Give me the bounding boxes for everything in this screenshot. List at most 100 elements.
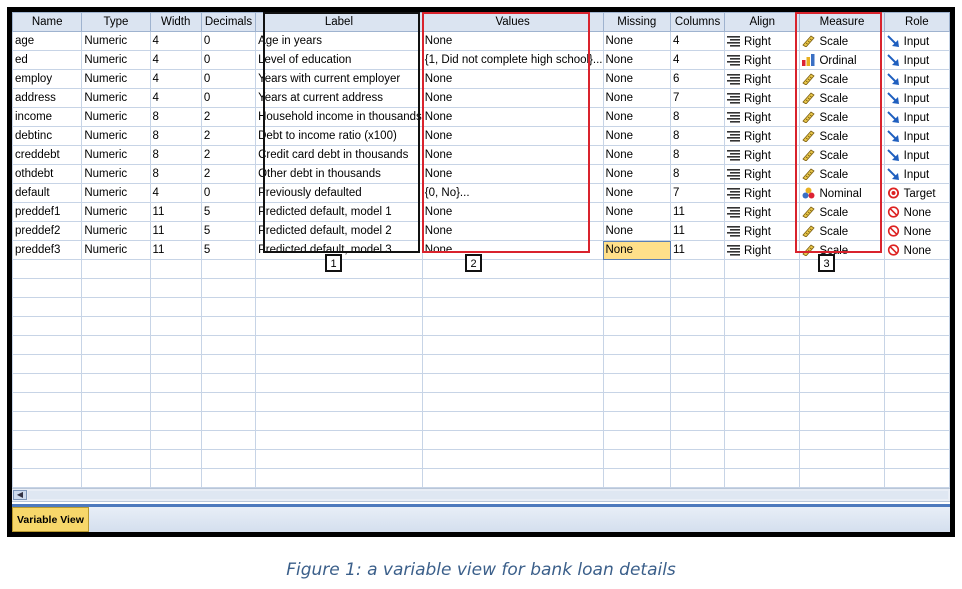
column-header-measure[interactable]: Measure: [799, 12, 885, 32]
empty-cell[interactable]: [799, 449, 885, 469]
cell-missing[interactable]: None: [602, 240, 672, 260]
cell-width[interactable]: 8: [149, 107, 202, 127]
empty-cell[interactable]: [670, 411, 726, 431]
cell-missing[interactable]: None: [602, 183, 672, 203]
cell-measure[interactable]: Scale: [799, 221, 885, 241]
empty-cell[interactable]: [12, 354, 83, 374]
cell-role[interactable]: Input: [883, 145, 950, 165]
empty-cell[interactable]: [12, 297, 83, 317]
empty-cell[interactable]: [149, 354, 202, 374]
empty-cell[interactable]: [602, 278, 672, 298]
empty-cell[interactable]: [724, 392, 801, 412]
cell-width[interactable]: 4: [149, 183, 202, 203]
empty-cell[interactable]: [602, 411, 672, 431]
horizontal-scrollbar[interactable]: ◀: [12, 488, 950, 502]
empty-cell[interactable]: [200, 297, 257, 317]
cell-missing[interactable]: None: [602, 31, 672, 51]
empty-cell[interactable]: [602, 392, 672, 412]
empty-cell[interactable]: [602, 449, 672, 469]
cell-label[interactable]: Predicted default, model 2: [255, 221, 423, 241]
cell-role[interactable]: Input: [883, 164, 950, 184]
empty-cell[interactable]: [149, 392, 202, 412]
cell-columns[interactable]: 8: [670, 164, 726, 184]
empty-cell[interactable]: [883, 449, 950, 469]
empty-cell[interactable]: [421, 373, 604, 393]
cell-role[interactable]: Input: [883, 31, 950, 51]
empty-cell[interactable]: [255, 354, 423, 374]
cell-columns[interactable]: 4: [670, 31, 726, 51]
cell-values[interactable]: {1, Did not complete high school}...: [421, 50, 604, 70]
cell-type[interactable]: Numeric: [81, 107, 151, 127]
empty-cell[interactable]: [200, 468, 257, 488]
empty-cell[interactable]: [724, 335, 801, 355]
empty-cell[interactable]: [12, 335, 83, 355]
empty-cell[interactable]: [602, 335, 672, 355]
cell-name[interactable]: creddebt: [12, 145, 83, 165]
column-header-name[interactable]: Name: [12, 12, 83, 32]
empty-cell[interactable]: [12, 392, 83, 412]
empty-cell[interactable]: [799, 411, 885, 431]
cell-decimals[interactable]: 2: [200, 126, 257, 146]
cell-values[interactable]: None: [421, 107, 604, 127]
empty-cell[interactable]: [81, 449, 151, 469]
empty-cell[interactable]: [149, 316, 202, 336]
cell-measure[interactable]: Scale: [799, 164, 885, 184]
empty-cell[interactable]: [670, 316, 726, 336]
cell-type[interactable]: Numeric: [81, 145, 151, 165]
empty-cell[interactable]: [799, 468, 885, 488]
empty-cell[interactable]: [81, 373, 151, 393]
cell-decimals[interactable]: 5: [200, 240, 257, 260]
cell-decimals[interactable]: 2: [200, 145, 257, 165]
empty-cell[interactable]: [255, 373, 423, 393]
column-header-width[interactable]: Width: [149, 12, 202, 32]
empty-cell[interactable]: [81, 430, 151, 450]
empty-cell[interactable]: [200, 278, 257, 298]
cell-align[interactable]: Right: [724, 107, 801, 127]
cell-columns[interactable]: 4: [670, 50, 726, 70]
empty-cell[interactable]: [81, 297, 151, 317]
empty-cell[interactable]: [12, 278, 83, 298]
empty-cell[interactable]: [602, 297, 672, 317]
cell-width[interactable]: 11: [149, 240, 202, 260]
empty-cell[interactable]: [670, 335, 726, 355]
empty-cell[interactable]: [200, 335, 257, 355]
empty-cell[interactable]: [149, 278, 202, 298]
empty-cell[interactable]: [81, 259, 151, 279]
column-header-label[interactable]: Label: [255, 12, 423, 32]
empty-cell[interactable]: [81, 392, 151, 412]
empty-cell[interactable]: [255, 468, 423, 488]
cell-type[interactable]: Numeric: [81, 240, 151, 260]
cell-label[interactable]: Credit card debt in thousands: [255, 145, 423, 165]
cell-decimals[interactable]: 5: [200, 221, 257, 241]
empty-cell[interactable]: [883, 335, 950, 355]
empty-cell[interactable]: [200, 316, 257, 336]
tab-variable-view[interactable]: Variable View: [12, 507, 89, 532]
empty-cell[interactable]: [724, 278, 801, 298]
empty-cell[interactable]: [81, 316, 151, 336]
cell-width[interactable]: 11: [149, 202, 202, 222]
cell-align[interactable]: Right: [724, 240, 801, 260]
cell-width[interactable]: 4: [149, 50, 202, 70]
empty-cell[interactable]: [255, 335, 423, 355]
empty-cell[interactable]: [799, 430, 885, 450]
cell-role[interactable]: Target: [883, 183, 950, 203]
empty-cell[interactable]: [200, 373, 257, 393]
cell-measure[interactable]: Scale: [799, 31, 885, 51]
empty-cell[interactable]: [602, 468, 672, 488]
cell-missing[interactable]: None: [602, 202, 672, 222]
cell-values[interactable]: None: [421, 145, 604, 165]
empty-cell[interactable]: [799, 259, 885, 279]
cell-columns[interactable]: 8: [670, 145, 726, 165]
cell-name[interactable]: address: [12, 88, 83, 108]
empty-cell[interactable]: [670, 354, 726, 374]
empty-cell[interactable]: [12, 373, 83, 393]
column-header-columns[interactable]: Columns: [670, 12, 726, 32]
empty-cell[interactable]: [799, 316, 885, 336]
cell-label[interactable]: Previously defaulted: [255, 183, 423, 203]
cell-type[interactable]: Numeric: [81, 31, 151, 51]
cell-missing[interactable]: None: [602, 126, 672, 146]
empty-cell[interactable]: [12, 259, 83, 279]
cell-columns[interactable]: 8: [670, 107, 726, 127]
empty-cell[interactable]: [12, 316, 83, 336]
cell-decimals[interactable]: 0: [200, 88, 257, 108]
